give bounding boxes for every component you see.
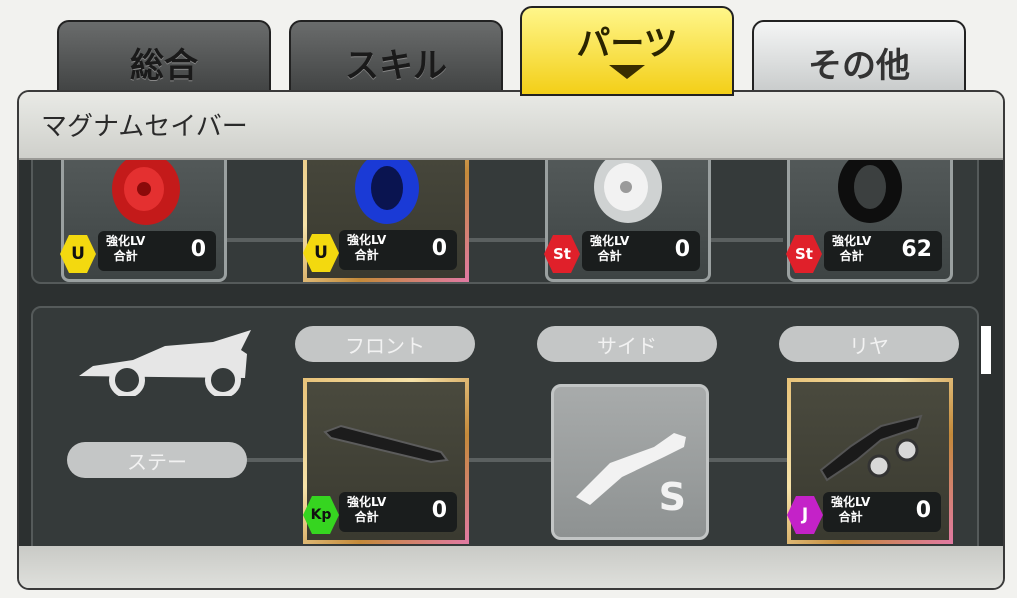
lv-label: 強化LV bbox=[106, 234, 146, 248]
level-box: 強化LV 合計 0 bbox=[582, 231, 700, 271]
part-slot-tire-black[interactable]: St 強化LV 合計 62 bbox=[786, 160, 953, 282]
part-slot-rear-stay[interactable]: J 強化LV 合計 0 bbox=[787, 378, 953, 544]
parts-body: U 強化LV 合計 0 U 強化LV 合計 0 St 強化LV 合計 0 St … bbox=[19, 160, 1003, 546]
lv-label: 強化LV bbox=[831, 495, 871, 509]
level-box: 強化LV 合計 62 bbox=[824, 231, 942, 271]
lv-label-total: 合計 bbox=[354, 510, 379, 524]
lv-label: 強化LV bbox=[347, 495, 387, 509]
rear-stay-icon bbox=[819, 414, 923, 482]
red-wheel-icon bbox=[112, 160, 180, 225]
panel-footer bbox=[19, 546, 1003, 588]
scrollbar-thumb[interactable] bbox=[981, 326, 991, 374]
tab-other[interactable]: その他 bbox=[752, 20, 966, 100]
active-tab-arrow-icon bbox=[609, 65, 645, 79]
tab-overview[interactable]: 総合 bbox=[57, 20, 271, 100]
lv-label-total: 合計 bbox=[354, 248, 379, 262]
rank-badge: J bbox=[787, 496, 823, 534]
tab-label: 総合 bbox=[130, 46, 198, 86]
lv-label: 強化LV bbox=[590, 234, 630, 248]
car-name: マグナムセイバー bbox=[41, 112, 248, 142]
panel-header: マグナムセイバー bbox=[19, 92, 1003, 160]
lv-value: 0 bbox=[190, 237, 206, 262]
position-front-label: フロント bbox=[295, 326, 475, 362]
rank-badge: St bbox=[786, 235, 822, 273]
lv-value: 0 bbox=[674, 237, 690, 262]
stay-group: ステー フロント サイド リヤ Kp 強化LV 合計 0 S J 強化LV 合計… bbox=[31, 306, 979, 546]
stay-bar-icon bbox=[323, 424, 449, 464]
part-slot-side-stay-empty[interactable]: S bbox=[551, 384, 709, 540]
car-silhouette-icon bbox=[79, 330, 251, 396]
lv-value: 62 bbox=[901, 237, 932, 262]
tab-label: パーツ bbox=[576, 24, 678, 64]
tab-label: その他 bbox=[808, 46, 910, 86]
part-slot-wheel[interactable]: U 強化LV 合計 0 bbox=[60, 160, 227, 282]
blue-tire-icon bbox=[355, 160, 419, 224]
slot-type-letter: S bbox=[658, 475, 686, 519]
rank-badge: Kp bbox=[303, 496, 339, 534]
white-wheel-icon bbox=[594, 160, 662, 223]
level-box: 強化LV 合計 0 bbox=[823, 492, 941, 532]
category-stay-label: ステー bbox=[67, 442, 247, 478]
lv-label: 強化LV bbox=[832, 234, 872, 248]
level-box: 強化LV 合計 0 bbox=[98, 231, 216, 271]
lv-label: 強化LV bbox=[347, 233, 387, 247]
tab-label: スキル bbox=[345, 46, 447, 86]
lv-label-total: 合計 bbox=[839, 249, 864, 263]
part-slot-front-stay[interactable]: Kp 強化LV 合計 0 bbox=[303, 378, 469, 544]
lv-value: 0 bbox=[431, 498, 447, 523]
lv-label-total: 合計 bbox=[838, 510, 863, 524]
lv-label-total: 合計 bbox=[113, 249, 138, 263]
level-box: 強化LV 合計 0 bbox=[339, 230, 457, 270]
part-slot-wheel-white[interactable]: St 強化LV 合計 0 bbox=[544, 160, 711, 282]
part-slot-tire[interactable]: U 強化LV 合計 0 bbox=[303, 160, 469, 282]
level-box: 強化LV 合計 0 bbox=[339, 492, 457, 532]
black-tire-icon bbox=[838, 160, 902, 223]
lv-value: 0 bbox=[915, 498, 931, 523]
lv-value: 0 bbox=[431, 236, 447, 261]
wheel-group: U 強化LV 合計 0 U 強化LV 合計 0 St 強化LV 合計 0 St … bbox=[31, 160, 979, 284]
lv-label-total: 合計 bbox=[597, 249, 622, 263]
tab-parts[interactable]: パーツ bbox=[520, 6, 734, 96]
rank-badge: St bbox=[544, 235, 580, 273]
position-rear-label: リヤ bbox=[779, 326, 959, 362]
rank-badge: U bbox=[303, 234, 339, 272]
rank-badge: U bbox=[60, 235, 96, 273]
position-side-label: サイド bbox=[537, 326, 717, 362]
tab-skill[interactable]: スキル bbox=[289, 20, 503, 100]
parts-panel: マグナムセイバー U 強化LV 合計 0 U 強化LV 合計 0 St 強化LV… bbox=[17, 90, 1005, 590]
